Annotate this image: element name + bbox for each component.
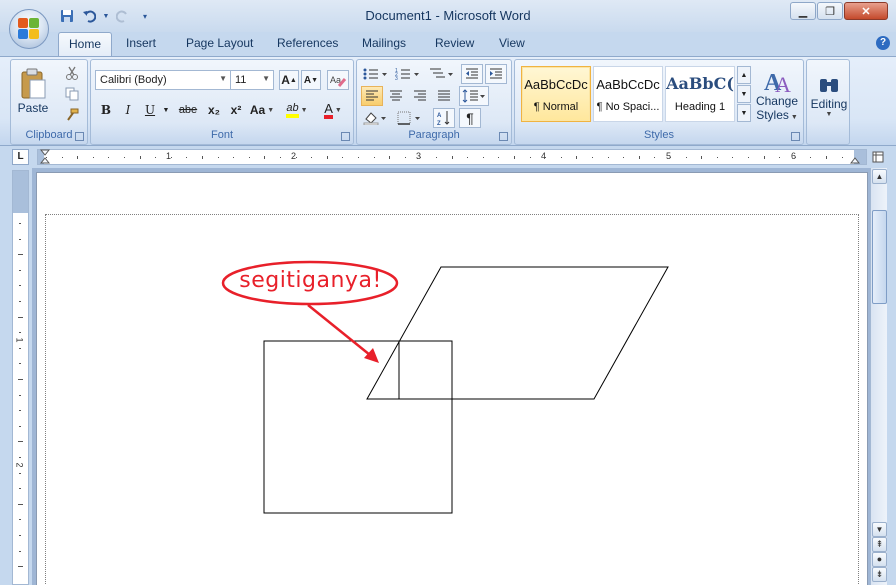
next-page-icon[interactable]: ⇟ xyxy=(872,567,887,582)
parallelogram-shape[interactable] xyxy=(366,266,669,400)
previous-page-icon[interactable]: ⇞ xyxy=(872,537,887,552)
drawing-canvas xyxy=(221,260,669,514)
arrowhead-icon xyxy=(364,348,379,363)
office-logo-icon xyxy=(18,18,40,40)
office-button[interactable] xyxy=(9,9,49,49)
square-shape[interactable] xyxy=(263,340,453,514)
scroll-up-icon[interactable]: ▲ xyxy=(872,169,887,184)
scroll-down-icon[interactable]: ▼ xyxy=(872,522,887,537)
vertical-scrollbar[interactable]: ▲ ▼ ⇞ ● ⇟ xyxy=(870,168,887,585)
window-frame-right xyxy=(887,147,896,585)
scroll-thumb[interactable] xyxy=(872,210,887,304)
callout-text: segitiganya! xyxy=(239,268,382,293)
select-browse-object-icon[interactable]: ● xyxy=(872,552,887,567)
callout-arrow xyxy=(307,304,371,356)
